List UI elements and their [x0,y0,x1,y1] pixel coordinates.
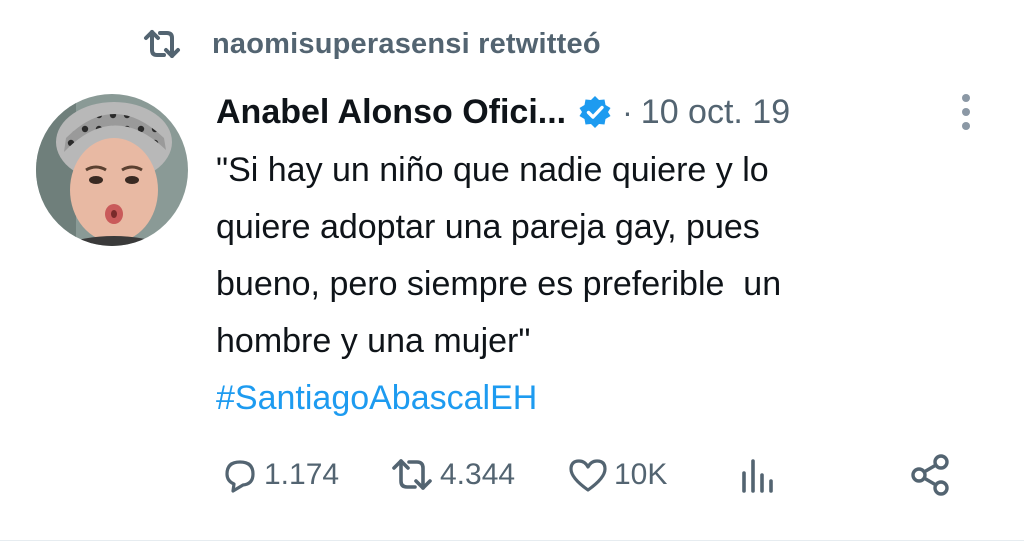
tweet-text: "Si hay un niño que nadie quiere y lo qu… [216,151,782,360]
analytics-button[interactable] [738,452,778,498]
retweeted-by-label: naomisuperasensi retwitteó [212,27,601,60]
share-icon [908,454,954,496]
verified-badge-icon [578,95,612,129]
retweet-icon [388,455,436,495]
share-button[interactable] [908,452,954,498]
hashtag-link[interactable]: #SantiagoAbascalEH [216,370,537,427]
retweet-button[interactable]: 4.344 [388,452,515,498]
retweet-context[interactable]: naomisuperasensi retwitteó [140,22,601,66]
avatar[interactable] [36,94,188,246]
separator-dot: · [622,93,633,130]
retweet-icon [140,26,184,62]
more-options-button[interactable] [944,90,988,134]
retweet-count: 4.344 [440,458,516,491]
reply-count: 1.174 [264,458,340,491]
reply-button[interactable]: 1.174 [220,452,339,498]
like-button[interactable]: 10K [566,452,667,498]
tweet-date[interactable]: 10 oct. 19 [641,93,790,132]
analytics-icon [738,455,778,495]
like-icon [566,455,610,495]
tweet-header: Anabel Alonso Ofici... · 10 oct. 19 [216,86,976,138]
like-count: 10K [614,458,668,491]
reply-icon [220,455,260,495]
divider [0,540,1024,541]
more-vertical-icon [962,94,970,130]
author-name[interactable]: Anabel Alonso Ofici... [216,93,566,132]
